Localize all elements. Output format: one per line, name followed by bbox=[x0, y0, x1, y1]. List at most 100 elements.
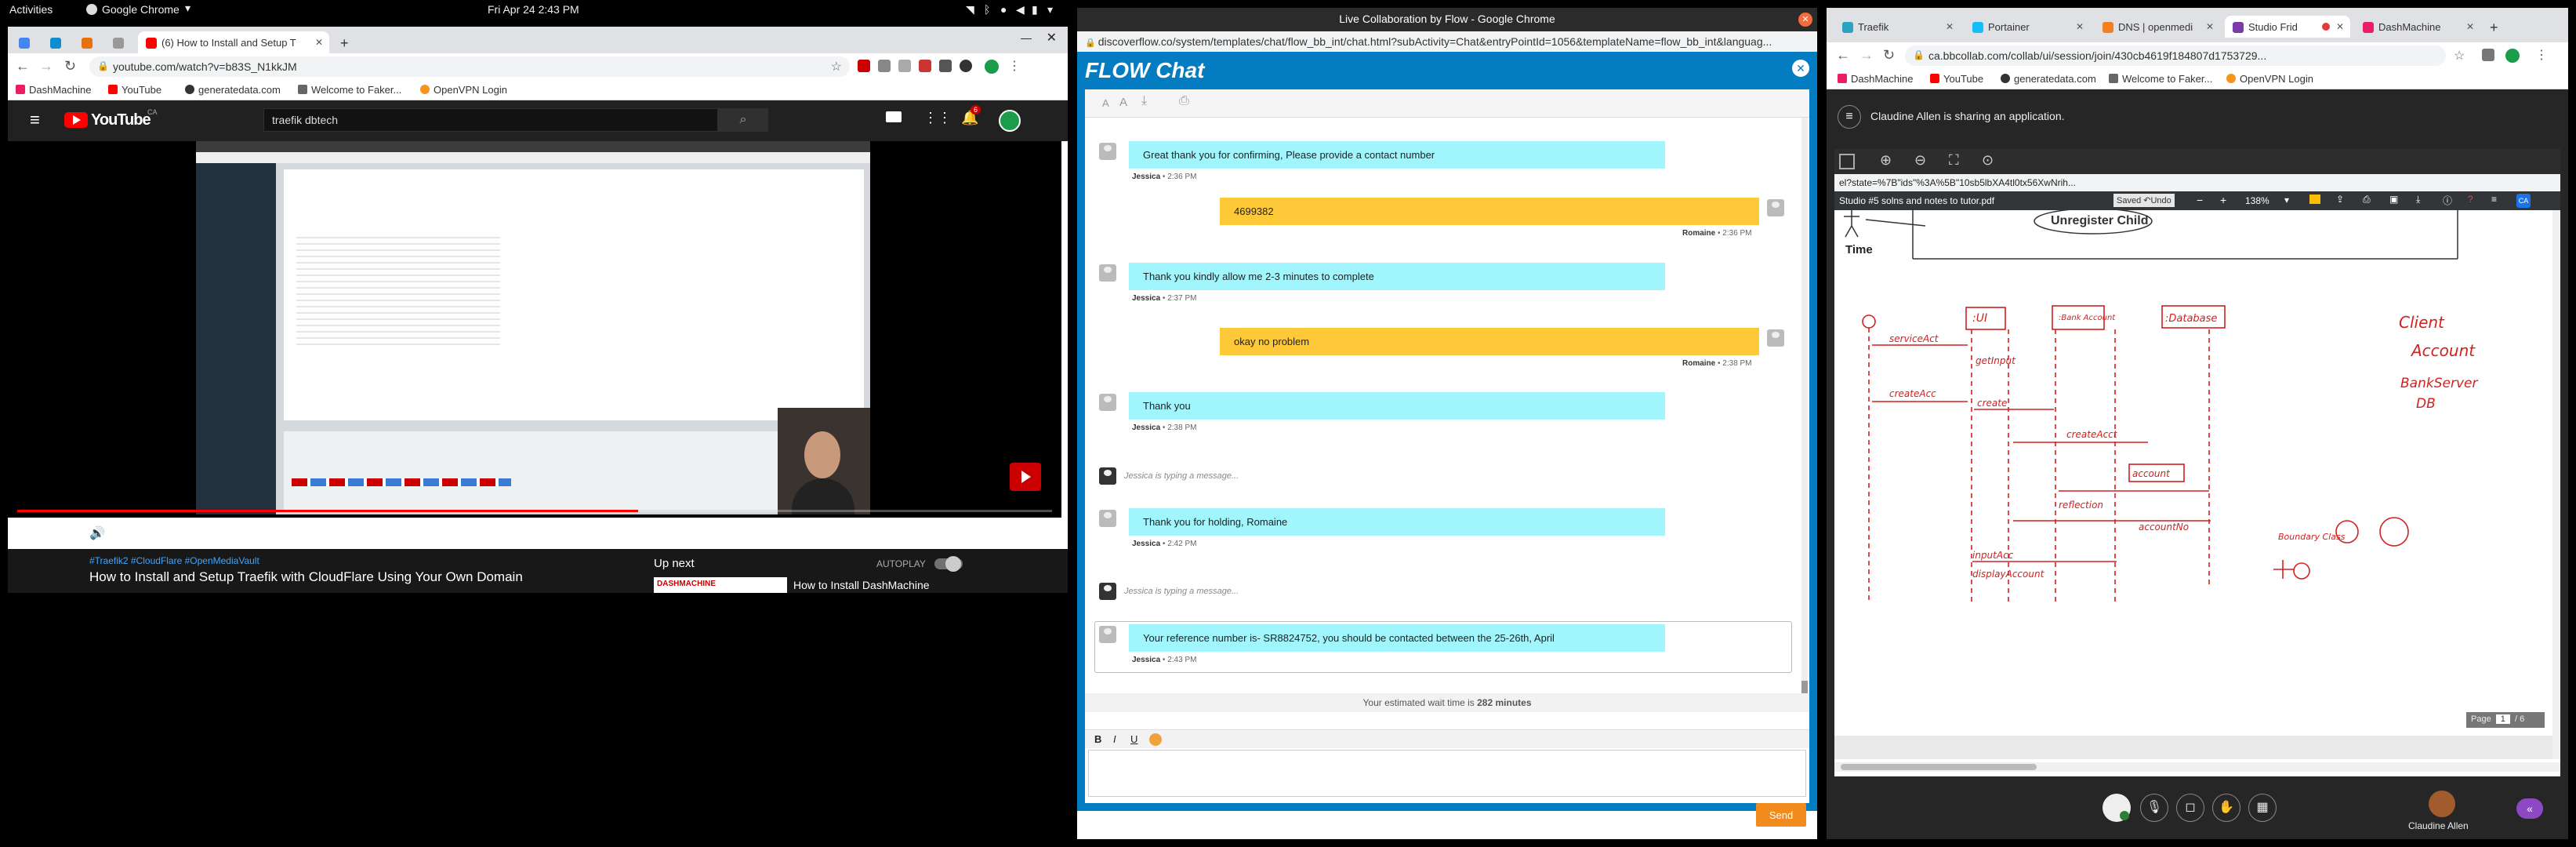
video-hashtags[interactable]: #Traefik2 #CloudFlare #OpenMediaVault bbox=[89, 555, 259, 566]
share-content-icon[interactable]: ▦ bbox=[2248, 794, 2277, 822]
new-tab-button[interactable]: + bbox=[334, 31, 357, 53]
bookmark-dashmachine[interactable]: DashMachine bbox=[1838, 73, 1914, 85]
camera-off-icon[interactable]: ◻ bbox=[2176, 794, 2204, 822]
progress-track[interactable] bbox=[17, 510, 1052, 512]
activities-button[interactable]: Activities bbox=[9, 3, 53, 16]
minimize-icon[interactable]: — bbox=[1021, 31, 1032, 44]
bookmark-faker[interactable]: Welcome to Faker... bbox=[298, 84, 401, 96]
menu-icon[interactable]: ⋮ bbox=[2535, 47, 2548, 63]
my-status-avatar[interactable] bbox=[2103, 794, 2131, 822]
bookmark-generatedata[interactable]: generatedata.com bbox=[185, 84, 281, 96]
tab-studio[interactable]: Studio Frid ✕ bbox=[2225, 16, 2350, 38]
chevron-down-icon[interactable]: ▾ bbox=[2284, 194, 2289, 205]
close-tab-icon[interactable]: ✕ bbox=[315, 37, 323, 48]
zoom-in-button[interactable]: + bbox=[2220, 194, 2226, 206]
bookmark-openvpn[interactable]: OpenVPN Login bbox=[2226, 73, 2313, 85]
hamburger-menu-icon[interactable]: ≡ bbox=[30, 110, 40, 130]
thumbnail-view-icon[interactable] bbox=[1839, 154, 1855, 169]
extension-icon[interactable] bbox=[858, 60, 870, 72]
info-icon[interactable]: ⓘ bbox=[2443, 194, 2452, 207]
youtube-logo-text[interactable]: YouTube bbox=[91, 111, 151, 129]
zoom-out-icon[interactable]: ⊖ bbox=[1914, 152, 1926, 169]
channel-watermark-icon[interactable] bbox=[1010, 463, 1041, 491]
star-icon[interactable]: ☆ bbox=[2454, 48, 2465, 64]
next-video-icon[interactable]: ▶| bbox=[60, 525, 72, 541]
bb-address-bar[interactable]: 🔒 ca.bbcollab.com/collab/ui/session/join… bbox=[1905, 45, 2446, 66]
collaborate-panel-icon[interactable]: « bbox=[2516, 798, 2543, 819]
youtube-logo-icon[interactable] bbox=[64, 112, 88, 128]
save-icon[interactable]: ▣ bbox=[2389, 194, 2398, 205]
pdf-scrollbar[interactable] bbox=[2552, 210, 2560, 759]
tab-traefik[interactable]: Traefik ✕ bbox=[1834, 16, 1960, 38]
print-icon[interactable]: ⎙ bbox=[1179, 94, 1189, 108]
account-avatar[interactable] bbox=[999, 110, 1021, 132]
bookmark-dashmachine[interactable]: DashMachine bbox=[16, 84, 92, 96]
next-video-thumbnail[interactable]: DASHMACHINE bbox=[654, 577, 787, 593]
extension-icon[interactable] bbox=[2482, 49, 2494, 61]
apps-grid-icon[interactable]: ⋮⋮ bbox=[923, 110, 952, 126]
menu-icon[interactable]: ⋮ bbox=[1008, 58, 1021, 74]
tab-portainer[interactable]: Portainer ✕ bbox=[1965, 16, 2090, 38]
address-bar[interactable]: 🔒 youtube.com/watch?v=b83S_N1kkJM ☆ bbox=[89, 56, 850, 77]
send-button[interactable]: Send bbox=[1756, 803, 1806, 827]
extension-icon[interactable] bbox=[898, 60, 911, 72]
hamburger-icon[interactable]: ≡ bbox=[2491, 194, 2497, 205]
next-video-title[interactable]: How to Install DashMachine bbox=[793, 579, 930, 591]
fullscreen-icon[interactable]: ⛶ bbox=[1014, 525, 1023, 540]
bookmark-youtube[interactable]: YouTube bbox=[108, 84, 161, 96]
yt-search-input[interactable]: traefik dbtech bbox=[263, 108, 718, 132]
increase-font-button[interactable]: A bbox=[1119, 96, 1127, 109]
reload-icon[interactable]: ↻ bbox=[1883, 47, 1895, 64]
miniplayer-icon[interactable] bbox=[960, 529, 974, 538]
bookmark-openvpn[interactable]: OpenVPN Login bbox=[420, 84, 507, 96]
fit-icon[interactable]: ⛶ bbox=[1949, 152, 1959, 169]
raise-hand-icon[interactable]: ✋ bbox=[2212, 794, 2240, 822]
forward-icon[interactable]: → bbox=[1859, 47, 1874, 64]
tab-small-2[interactable] bbox=[42, 31, 69, 53]
decrease-font-button[interactable]: A bbox=[1102, 97, 1109, 109]
pdf-page[interactable]: :UI :Bank Account :Database serviceAct g… bbox=[1834, 210, 2552, 759]
session-menu-icon[interactable]: ≡ bbox=[1838, 105, 1861, 129]
back-icon[interactable]: ← bbox=[16, 58, 30, 75]
tab-youtube[interactable]: (6) How to Install and Setup T ✕ bbox=[138, 31, 329, 53]
video-player[interactable]: ▶ bbox=[8, 141, 1061, 547]
folder-icon[interactable] bbox=[2309, 194, 2320, 204]
close-window-icon[interactable]: ✕ bbox=[1047, 30, 1057, 45]
message-input[interactable] bbox=[1088, 750, 1806, 797]
power-menu-icon[interactable]: ▾ bbox=[1047, 3, 1053, 16]
download-icon[interactable]: ⤓ bbox=[1141, 94, 1147, 108]
extension-icon[interactable] bbox=[919, 60, 931, 72]
help-icon[interactable]: ? bbox=[2468, 194, 2473, 205]
bookmark-youtube[interactable]: YouTube bbox=[1930, 73, 1983, 85]
extension-icon[interactable] bbox=[878, 60, 891, 72]
account-badge[interactable]: CA bbox=[2516, 194, 2531, 208]
close-chat-icon[interactable]: ✕ bbox=[1792, 60, 1809, 77]
create-video-icon[interactable] bbox=[886, 111, 902, 122]
star-icon[interactable]: ☆ bbox=[831, 59, 842, 75]
close-window-icon[interactable]: ✕ bbox=[1798, 13, 1812, 27]
tab-dns[interactable]: DNS | openmedi ✕ bbox=[2095, 16, 2220, 38]
actual-size-icon[interactable]: ⊙ bbox=[1982, 152, 1994, 169]
new-tab-button[interactable]: + bbox=[2483, 16, 2507, 38]
underline-button[interactable]: U bbox=[1130, 733, 1137, 745]
extension-icon[interactable] bbox=[960, 60, 972, 72]
print-icon[interactable]: ⎙ bbox=[2363, 194, 2371, 205]
tab-small-4[interactable] bbox=[105, 31, 132, 53]
reload-icon[interactable]: ↻ bbox=[64, 58, 76, 75]
zoom-out-button[interactable]: − bbox=[2197, 194, 2203, 206]
yt-search-button[interactable]: ⌕ bbox=[718, 108, 768, 132]
chat-scrollbar[interactable] bbox=[1801, 118, 1808, 698]
play-button-icon[interactable]: ▶ bbox=[27, 525, 38, 542]
microphone-off-icon[interactable]: 🎙 bbox=[2140, 794, 2168, 822]
tab-small-3[interactable] bbox=[74, 31, 100, 53]
settings-gear-icon[interactable]: ⚙ bbox=[933, 525, 944, 541]
inner-address-bar[interactable]: el?state=%7B"ids"%3A%5B"10sb5lbXA4tl0tx5… bbox=[1834, 174, 2560, 191]
presenter-avatar[interactable] bbox=[2429, 791, 2455, 817]
volume-icon[interactable]: 🔊 bbox=[89, 525, 105, 541]
tab-dashmachine[interactable]: DashMachine ✕ bbox=[2355, 16, 2480, 38]
zoom-in-icon[interactable]: ⊕ bbox=[1880, 152, 1892, 169]
clock[interactable]: Fri Apr 24 2:43 PM bbox=[488, 3, 579, 16]
theater-mode-icon[interactable] bbox=[986, 529, 1003, 538]
extension-icon[interactable] bbox=[939, 60, 952, 72]
page-number-input[interactable]: 1 bbox=[2495, 714, 2510, 724]
